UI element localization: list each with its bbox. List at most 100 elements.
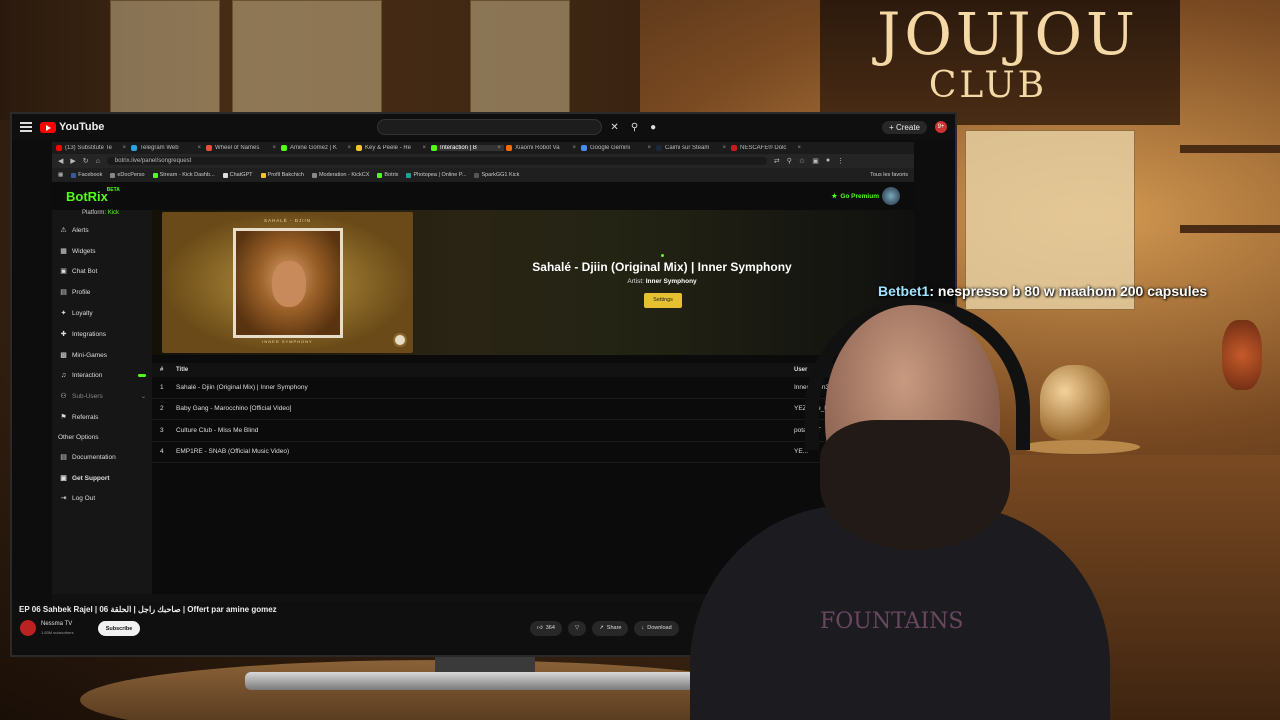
tab-favicon-icon bbox=[131, 145, 137, 151]
sidebar-item-label: Profile bbox=[72, 289, 91, 297]
browser-tab[interactable]: NESCAFÉ® Dolc × bbox=[731, 145, 804, 151]
settings-button[interactable]: Settings bbox=[644, 293, 682, 308]
dislike-button[interactable]: ▽ bbox=[567, 621, 587, 636]
sidebar-item-label: Mini-Games bbox=[72, 351, 108, 359]
bookmark-item[interactable]: Stream - Kick Dashb... bbox=[152, 172, 215, 178]
channel-subscriber-count: 1.83M subscribers bbox=[41, 630, 74, 635]
sidebar-item-documentation[interactable]: ▤ Documentation bbox=[52, 447, 152, 468]
close-icon[interactable]: ✕ bbox=[610, 122, 618, 133]
extensions-icon[interactable]: ▣ bbox=[812, 157, 819, 165]
youtube-search-input[interactable] bbox=[377, 119, 603, 135]
browser-tab[interactable]: Interaction | B × bbox=[431, 145, 504, 151]
bookmark-icon bbox=[71, 172, 77, 178]
mic-icon[interactable]: ● bbox=[650, 122, 656, 133]
sidebar-item-chat-bot[interactable]: ▣ Chat Bot bbox=[52, 262, 152, 283]
header-title: Title bbox=[176, 367, 189, 373]
all-bookmarks-link[interactable]: Tous les favoris bbox=[870, 172, 908, 178]
sidebar-item-get-support[interactable]: ▣ Get Support bbox=[52, 468, 152, 489]
translate-icon[interactable]: ⇄ bbox=[774, 157, 780, 165]
new-badge bbox=[138, 374, 146, 378]
download-button[interactable]: ↓ Download bbox=[634, 621, 679, 636]
subscribe-button[interactable]: Subscribe bbox=[98, 621, 140, 636]
go-premium-button[interactable]: ★ Go Premium bbox=[832, 187, 900, 205]
close-tab-icon[interactable]: × bbox=[722, 145, 729, 151]
video-actions: 👍︎ 364 ▽ ↗ Share ↓ Download bbox=[530, 621, 679, 636]
search-icon[interactable]: ⚲ bbox=[631, 122, 638, 133]
bookmark-item[interactable]: ChatGPT bbox=[222, 172, 253, 178]
botrix-logo[interactable]: BotRix BETA bbox=[66, 187, 120, 204]
channel-avatar[interactable] bbox=[20, 620, 36, 636]
share-button[interactable]: ↗ Share bbox=[592, 621, 629, 636]
bookmark-item[interactable]: Botrix bbox=[377, 172, 398, 178]
tab-label: Wheel of Names bbox=[215, 145, 260, 151]
bookmark-item[interactable]: Photopea | Online P... bbox=[406, 172, 466, 178]
browser-tab[interactable]: Wheel of Names × bbox=[206, 145, 279, 151]
sidebar-item-sub-users[interactable]: ⚇ Sub-Users ⌄ bbox=[52, 386, 152, 407]
sidebar-item-mini-games[interactable]: ▩ Mini-Games bbox=[52, 345, 152, 366]
star-icon: ★ bbox=[831, 193, 838, 200]
avatar[interactable] bbox=[882, 187, 900, 205]
forward-icon[interactable]: ▶ bbox=[70, 157, 75, 165]
like-button[interactable]: 👍︎ 364 bbox=[530, 621, 562, 636]
notification-icon[interactable]: 9+ bbox=[935, 121, 947, 133]
sidebar-item-profile[interactable]: ▤ Profile bbox=[52, 282, 152, 303]
profile-icon: ▤ bbox=[60, 289, 67, 297]
chevron-down-icon[interactable]: ⌄ bbox=[141, 393, 146, 400]
bookmark-item[interactable]: SparkGG1 Kick bbox=[474, 172, 519, 178]
close-tab-icon[interactable]: × bbox=[422, 145, 429, 151]
sidebar-item-alerts[interactable]: ⚠ Alerts bbox=[52, 220, 152, 241]
close-tab-icon[interactable]: × bbox=[347, 145, 354, 151]
close-tab-icon[interactable]: × bbox=[497, 145, 504, 151]
chat-bot-icon: ▣ bbox=[60, 268, 67, 276]
browser-tab[interactable]: (13) Substitute Te × bbox=[56, 145, 129, 151]
tab-favicon-icon bbox=[731, 145, 737, 151]
home-icon[interactable]: ⌂ bbox=[96, 158, 100, 165]
wall-poster bbox=[232, 0, 382, 115]
back-icon[interactable]: ◀ bbox=[58, 157, 63, 165]
browser-tab[interactable]: Google Gemini × bbox=[581, 145, 654, 151]
close-tab-icon[interactable]: × bbox=[797, 145, 804, 151]
sidebar-item-loyalty[interactable]: ✦ Loyalty bbox=[52, 303, 152, 324]
bookmark-item[interactable]: Facebook bbox=[71, 172, 102, 178]
close-tab-icon[interactable]: × bbox=[197, 145, 204, 151]
close-tab-icon[interactable]: × bbox=[272, 145, 279, 151]
sidebar-item-integrations[interactable]: ✚ Integrations bbox=[52, 324, 152, 345]
channel-name[interactable]: Nessma TV bbox=[41, 621, 72, 627]
wall-poster bbox=[470, 0, 570, 115]
youtube-logo[interactable]: YouTube bbox=[40, 121, 104, 133]
bookmark-icon bbox=[311, 172, 317, 178]
bookmark-item[interactable]: eDocPerso bbox=[110, 172, 145, 178]
zoom-icon[interactable]: ⚲ bbox=[787, 157, 792, 165]
reload-icon[interactable]: ↻ bbox=[83, 157, 89, 165]
browser-tab[interactable]: Xiaomi Robot Va × bbox=[506, 145, 579, 151]
menu-icon[interactable] bbox=[20, 122, 32, 132]
table-row[interactable]: 4 EMP1RE - SNAB (Official Music Video) YE.… bbox=[152, 442, 914, 463]
close-tab-icon[interactable]: × bbox=[572, 145, 579, 151]
bookmark-item[interactable]: Moderation - KickCX bbox=[311, 172, 369, 178]
sidebar-item-label: Get Support bbox=[72, 474, 110, 482]
url-field[interactable]: botrix.live/panel/songrequest bbox=[106, 157, 767, 165]
table-row[interactable]: 1 Sahalé - Djiin (Original Mix) | Inner S… bbox=[152, 377, 914, 399]
shelf bbox=[1180, 145, 1280, 153]
browser-tab[interactable]: Key & Peele - Re × bbox=[356, 145, 429, 151]
close-tab-icon[interactable]: × bbox=[647, 145, 654, 151]
profile-icon[interactable]: ● bbox=[826, 157, 830, 165]
sidebar-item-log-out[interactable]: ⇥ Log Out bbox=[52, 489, 152, 510]
star-icon[interactable]: ☆ bbox=[799, 157, 805, 165]
table-row[interactable]: 3 Culture Club - Miss Me Blind potatoHT bbox=[152, 420, 914, 442]
sidebar-item-interaction[interactable]: ♫ Interaction bbox=[52, 366, 152, 387]
table-row[interactable]: 2 Baby Gang - Marocchino [Official Video]… bbox=[152, 399, 914, 420]
tab-label: Telegram Web bbox=[140, 145, 179, 151]
close-tab-icon[interactable]: × bbox=[122, 145, 129, 151]
apps-icon[interactable]: ▦ bbox=[58, 172, 63, 178]
bookmark-item[interactable]: Profil Bakchich bbox=[260, 172, 304, 178]
kebab-menu-icon[interactable]: ⋮ bbox=[837, 157, 844, 165]
browser-tab[interactable]: Caimi sur Steam × bbox=[656, 145, 729, 151]
wall-poster bbox=[110, 0, 220, 115]
sidebar-item-referrals[interactable]: ⚑ Referrals bbox=[52, 407, 152, 428]
create-button[interactable]: + Create bbox=[882, 120, 927, 134]
sidebar-item-label: Chat Bot bbox=[72, 268, 98, 276]
sidebar-item-widgets[interactable]: ▦ Widgets bbox=[52, 241, 152, 262]
browser-tab[interactable]: Telegram Web × bbox=[131, 145, 204, 151]
browser-tab[interactable]: Amine Gomez | K × bbox=[281, 145, 354, 151]
